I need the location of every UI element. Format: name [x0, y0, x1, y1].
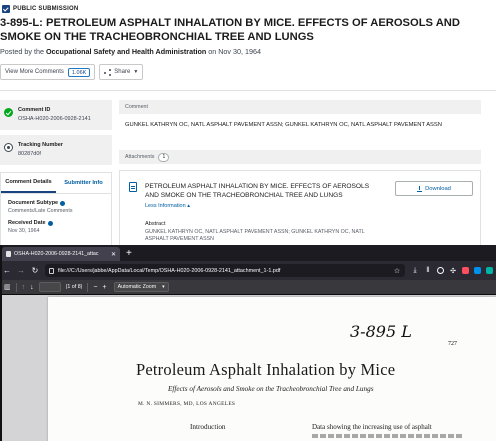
handwritten-annotation: 3-895 L	[350, 322, 412, 341]
shield-extension-icon[interactable]	[462, 267, 469, 274]
attachment-card: PETROLEUM ASPHALT INHALATION BY MICE. EF…	[119, 170, 481, 245]
share-button[interactable]: Share ▼	[99, 64, 144, 80]
sync-extension-icon[interactable]	[474, 267, 481, 274]
sidebar: Comment ID OSHA-H020-2006-0928-2141 Trac…	[0, 100, 112, 170]
navigation-bar: ← → ↻ file:///C:/Users/jabbe/AppData/Loc…	[0, 261, 496, 280]
extension-icon[interactable]	[486, 267, 493, 274]
library-icon[interactable]: ⫴	[424, 267, 432, 275]
comment-details: Document Subtype Comments/Late Comments …	[1, 200, 111, 234]
chevron-up-icon: ▴	[187, 203, 190, 209]
tab-comment-details[interactable]: Comment Details	[1, 173, 56, 193]
less-information-link[interactable]: Less Information ▴	[145, 203, 190, 209]
download-icon	[417, 185, 423, 192]
tracking-number-value: 80287d0f	[18, 151, 41, 157]
page-count: (1 of 8)	[65, 284, 83, 290]
comment-id-card: Comment ID OSHA-H020-2006-0928-2141	[0, 100, 112, 130]
abstract-text: GUNKEL KATHRYN OC, NATL ASPHALT PAVEMENT…	[145, 229, 365, 242]
comments-count-badge: 1.06K	[67, 67, 91, 77]
pdf-toolbar: ▥ ↑ ↓ (1 of 8) − + Automatic Zoom ▾	[0, 280, 496, 295]
browser-window: OSHA-H020-2006-0928-2141_attac ✕ + ← → ↻…	[0, 245, 496, 441]
public-submission-badge: PUBLIC SUBMISSION	[2, 5, 78, 13]
share-icon	[104, 68, 112, 76]
introduction-heading: Introduction	[190, 423, 226, 431]
tab-strip: OSHA-H020-2006-0928-2141_attac ✕ +	[0, 245, 496, 261]
back-icon[interactable]: ←	[3, 266, 11, 275]
attachments-count-badge: 1	[158, 152, 170, 162]
new-tab-button[interactable]: +	[126, 248, 132, 260]
browser-tab[interactable]: OSHA-H020-2006-0928-2141_attac ✕	[2, 247, 120, 261]
download-button[interactable]: Download	[395, 181, 473, 196]
attachments-section-header: Attachments 1	[119, 150, 481, 164]
reload-icon[interactable]: ↻	[31, 266, 39, 275]
document-title: 3-895-L: PETROLEUM ASPHALT INHALATION BY…	[0, 17, 460, 43]
body-text-continued	[312, 434, 462, 438]
document-subtype-label: Document Subtype	[8, 200, 111, 206]
tracking-number-card: Tracking Number 80287d0f	[0, 135, 112, 165]
regulations-page: PUBLIC SUBMISSION 3-895-L: PETROLEUM ASP…	[0, 0, 496, 245]
help-icon[interactable]	[47, 220, 53, 226]
download-icon[interactable]: ⤓	[411, 267, 419, 275]
toolbar-icons: ⤓ ⫴ ✣	[411, 267, 493, 275]
zoom-out-icon[interactable]: −	[93, 284, 97, 291]
sidebar-toggle-icon[interactable]: ▥	[4, 283, 11, 291]
tracking-icon	[4, 143, 13, 152]
zoom-in-icon[interactable]: +	[103, 284, 107, 291]
page-number-input[interactable]	[38, 282, 61, 292]
browser-tab-title: OSHA-H020-2006-0928-2141_attac	[14, 251, 99, 257]
submission-icon	[2, 5, 10, 13]
body-text: Data showing the increasing use of aspha…	[312, 423, 432, 431]
pdf-page: 3-895 L 727 Petroleum Asphalt Inhalation…	[48, 297, 496, 441]
forward-icon[interactable]: →	[17, 266, 25, 275]
details-tabs: Comment Details Submitter Info	[1, 173, 111, 194]
abstract-label: Abstract	[145, 221, 166, 227]
received-date-label: Received Date	[8, 220, 111, 226]
address-bar[interactable]: file:///C:/Users/jabbe/AppData/Local/Tem…	[45, 264, 405, 277]
document-icon	[129, 182, 137, 192]
url-text: file:///C:/Users/jabbe/AppData/Local/Tem…	[58, 267, 281, 274]
previous-page-icon[interactable]: ↑	[22, 284, 26, 291]
article-author: M. N. SIMMERS, MD, LOS ANGELES	[138, 401, 236, 407]
window-edge	[0, 245, 2, 441]
tab-submitter-info[interactable]: Submitter Info	[56, 173, 111, 193]
zoom-select[interactable]: Automatic Zoom ▾	[113, 282, 169, 292]
attachment-title: PETROLEUM ASPHALT INHALATION BY MICE. EF…	[145, 183, 370, 199]
page-number: 727	[448, 341, 457, 347]
details-panel: Comment Details Submitter Info Document …	[0, 172, 112, 245]
comment-text: GUNKEL KATHRYN OC, NATL ASPHALT PAVEMENT…	[125, 122, 442, 128]
article-title: Petroleum Asphalt Inhalation by Mice	[136, 360, 396, 379]
help-icon[interactable]	[60, 200, 66, 206]
close-tab-icon[interactable]: ✕	[111, 251, 116, 258]
received-date-value: Nov 30, 1964	[8, 228, 40, 234]
clock-icon[interactable]	[437, 267, 444, 274]
header-divider	[0, 90, 496, 91]
extensions-icon[interactable]: ✣	[449, 267, 457, 275]
bookmark-star-icon[interactable]: ☆	[393, 267, 401, 275]
comment-section-header: Comment	[119, 100, 481, 114]
view-more-comments-button[interactable]: View More Comments 1.06K	[0, 64, 96, 80]
next-page-icon[interactable]: ↓	[30, 284, 34, 291]
comment-id-value: OSHA-H020-2006-0928-2141	[18, 116, 91, 122]
pdf-viewer[interactable]: 3-895 L 727 Petroleum Asphalt Inhalation…	[0, 295, 496, 441]
file-icon	[49, 267, 54, 274]
main-content: Comment GUNKEL KATHRYN OC, NATL ASPHALT …	[119, 100, 481, 245]
posted-by-line: Posted by the Occupational Safety and He…	[0, 47, 261, 56]
agency-name[interactable]: Occupational Safety and Health Administr…	[46, 47, 206, 56]
action-toolbar: View More Comments 1.06K Share ▼	[0, 64, 144, 80]
chevron-down-icon: ▾	[162, 284, 165, 290]
article-subtitle: Effects of Aerosols and Smoke on the Tra…	[168, 385, 374, 393]
document-subtype-value: Comments/Late Comments	[8, 208, 73, 214]
pdf-file-icon	[6, 251, 11, 257]
check-shield-icon	[4, 108, 13, 117]
chevron-down-icon: ▼	[133, 69, 139, 75]
